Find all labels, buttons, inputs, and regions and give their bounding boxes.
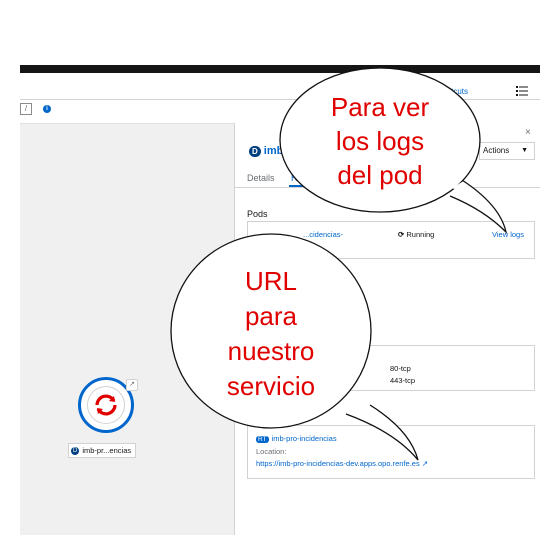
logs-callout-line: los logs: [336, 126, 424, 156]
url-callout-line: para: [245, 301, 298, 331]
annotation-overlay: Para ver los logs del pod URL para nuest…: [170, 67, 508, 461]
logs-callout: Para ver los logs del pod: [279, 67, 508, 235]
url-callout-line: URL: [245, 266, 297, 296]
url-callout-line: nuestro: [228, 336, 315, 366]
url-callout: URL para nuestro servicio: [170, 233, 419, 461]
url-callout-line: servicio: [227, 371, 315, 401]
logs-callout-line: del pod: [337, 160, 422, 190]
logs-callout-line: Para ver: [331, 92, 430, 122]
